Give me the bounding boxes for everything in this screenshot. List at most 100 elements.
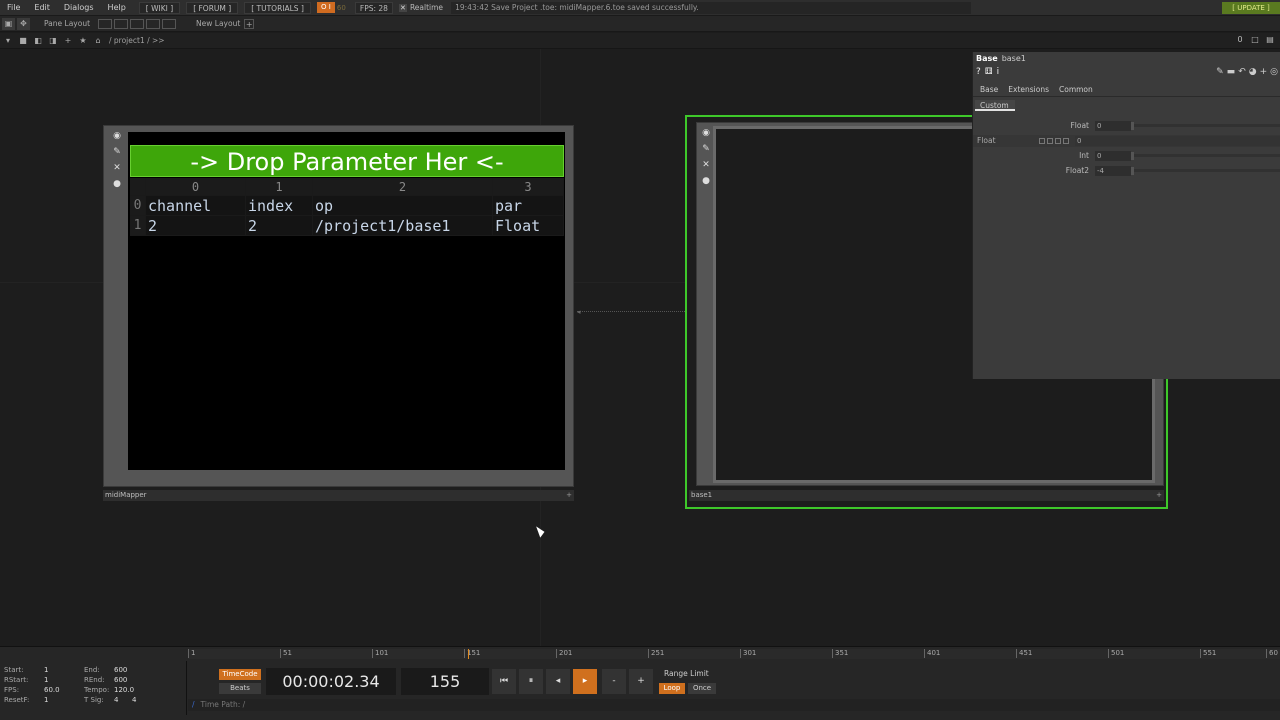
info-icon[interactable]: i <box>997 67 1000 77</box>
stop-icon[interactable]: ■ <box>16 34 30 48</box>
table-row[interactable]: 0 channel index op par <box>130 196 564 216</box>
rstart-value[interactable]: 1 <box>44 675 84 685</box>
node-name[interactable]: base1 <box>691 491 712 499</box>
split-vertical-icon[interactable] <box>130 18 145 29</box>
play-button[interactable]: ▸ <box>573 669 597 694</box>
perf-monitor-button[interactable]: O I <box>316 2 335 13</box>
undo-icon[interactable]: ↶ <box>1238 67 1246 77</box>
param-float-row[interactable]: Float 0 <box>973 135 1280 147</box>
table-cell[interactable]: channel <box>146 196 246 216</box>
forward-icon[interactable]: ◨ <box>46 34 60 48</box>
tsig-denominator[interactable]: 4 <box>132 695 136 705</box>
step-back-button[interactable]: ◂ <box>546 669 570 694</box>
rend-value[interactable]: 600 <box>114 675 127 685</box>
palette-icon[interactable]: ◕ <box>1249 67 1257 77</box>
resetf-value[interactable]: 1 <box>44 695 84 705</box>
node-name-bar[interactable]: base1 + <box>689 490 1164 501</box>
split-horizontal-icon[interactable] <box>114 18 129 29</box>
split-four-icon[interactable] <box>162 18 177 29</box>
rewind-button[interactable]: ⏮ <box>492 669 516 694</box>
forum-link[interactable]: [ FORUM ] <box>186 1 239 14</box>
tempo-value[interactable]: 120.0 <box>114 685 134 695</box>
step-plus-button[interactable]: + <box>629 669 653 694</box>
node-name-bar[interactable]: midiMapper + <box>103 490 574 501</box>
view-icon[interactable]: ▤ <box>1264 34 1276 46</box>
param-float[interactable]: Float 0 <box>973 120 1280 132</box>
menu-file[interactable]: File <box>0 0 27 16</box>
timecode-display[interactable]: 00:00:02.34 <box>266 668 396 695</box>
single-pane-icon[interactable] <box>98 18 113 29</box>
step-minus-button[interactable]: - <box>602 669 626 694</box>
split-three-icon[interactable] <box>146 18 161 29</box>
start-value[interactable]: 1 <box>44 665 84 675</box>
param-int[interactable]: Int 0 <box>973 150 1280 162</box>
tab-extensions[interactable]: Extensions <box>1008 85 1049 94</box>
network-icon[interactable]: ✥ <box>17 17 30 30</box>
table-cell[interactable]: op <box>313 196 493 216</box>
viewer-active-icon[interactable]: ◉ <box>112 131 122 142</box>
expand-icon[interactable]: + <box>1156 490 1162 501</box>
once-button[interactable]: Once <box>688 683 716 694</box>
beats-toggle[interactable]: Beats <box>219 683 261 694</box>
tab-custom[interactable]: Custom <box>975 100 1015 111</box>
tsig-numerator[interactable]: 4 <box>114 695 132 705</box>
fps-value[interactable]: 60.0 <box>44 685 84 695</box>
expand-icon[interactable]: + <box>566 490 572 501</box>
param-slider-track[interactable] <box>1131 154 1280 157</box>
timecode-toggle[interactable]: TimeCode <box>219 669 261 680</box>
param-slider-handle[interactable] <box>1131 152 1134 160</box>
pin-icon[interactable]: ✎ <box>112 147 122 158</box>
star-icon[interactable]: ★ <box>76 34 90 48</box>
maximize-icon[interactable]: □ <box>1249 34 1261 46</box>
drop-parameter-header[interactable]: -> Drop Parameter Her <- <box>130 145 564 177</box>
time-path-bar[interactable]: / Time Path: / <box>188 699 1280 711</box>
table-cell[interactable]: index <box>246 196 313 216</box>
update-button[interactable]: [ UPDATE ] <box>1222 2 1280 14</box>
param-field[interactable]: 0 <box>1095 121 1131 131</box>
wiki-link[interactable]: [ WIKI ] <box>138 1 181 14</box>
zoom-reset-icon[interactable]: 0 <box>1234 34 1246 46</box>
add-icon[interactable]: + <box>61 34 75 48</box>
table-cell[interactable]: /project1/base1 <box>313 216 493 236</box>
param-slider-handle[interactable] <box>1131 122 1134 130</box>
checkbox-icon[interactable]: ✕ <box>398 3 407 12</box>
param-field[interactable]: 0 <box>1075 136 1280 146</box>
param-field[interactable]: 0 <box>1095 151 1131 161</box>
frame-display[interactable]: 155 <box>401 668 489 695</box>
table-cell[interactable]: 2 <box>246 216 313 236</box>
param-float2[interactable]: Float2 -4 <box>973 165 1280 177</box>
add-layout-icon[interactable]: + <box>244 18 255 29</box>
home-icon[interactable]: ⌂ <box>91 34 105 48</box>
param-slider-handle[interactable] <box>1131 167 1134 175</box>
pause-button[interactable]: ⏸ <box>519 669 543 694</box>
help-icon[interactable]: ? <box>976 67 981 77</box>
menu-dialogs[interactable]: Dialogs <box>57 0 101 16</box>
node-name[interactable]: midiMapper <box>105 491 147 499</box>
mapping-table[interactable]: 0 1 2 3 0 channel index op par 1 2 2 /pr… <box>130 178 564 236</box>
table-row[interactable]: 1 2 2 /project1/base1 Float <box>130 216 564 236</box>
connection-wire[interactable] <box>577 311 687 312</box>
op-name[interactable]: base1 <box>1002 54 1026 63</box>
param-slider-track[interactable] <box>1131 124 1280 127</box>
edit-icon[interactable]: ✎ <box>1216 67 1224 77</box>
realtime-toggle[interactable]: ✕ Realtime <box>398 3 443 12</box>
chevron-down-icon[interactable]: ▾ <box>1 34 15 48</box>
table-cell[interactable]: par <box>493 196 564 216</box>
tab-base[interactable]: Base <box>980 85 998 94</box>
network-path[interactable]: / project1 / >> <box>109 36 165 45</box>
table-cell[interactable]: Float <box>493 216 564 236</box>
loop-button[interactable]: Loop <box>659 683 685 694</box>
bypass-icon[interactable]: ✕ <box>701 160 711 171</box>
param-slider-track[interactable] <box>1131 169 1280 172</box>
menu-help[interactable]: Help <box>101 0 133 16</box>
new-layout-label[interactable]: New Layout <box>196 19 240 28</box>
playhead[interactable] <box>468 649 469 659</box>
table-cell[interactable]: 2 <box>146 216 246 236</box>
back-icon[interactable]: ◧ <box>31 34 45 48</box>
viewer-active-icon[interactable]: ◉ <box>701 128 711 139</box>
comment-icon[interactable]: ▬ <box>1227 67 1236 77</box>
settings-icon[interactable]: ◎ <box>1270 67 1278 77</box>
param-swatches[interactable] <box>1039 138 1069 144</box>
lock-icon[interactable]: ● <box>112 179 122 190</box>
add-icon[interactable]: + <box>1260 67 1268 77</box>
